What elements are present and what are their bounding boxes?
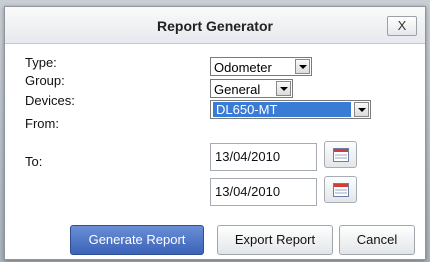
chevron-down-icon[interactable]: [295, 59, 310, 74]
generate-report-button[interactable]: Generate Report: [70, 225, 204, 255]
type-select-value: Odometer: [214, 60, 272, 75]
devices-select-value: DL650-MT: [213, 102, 351, 117]
devices-select[interactable]: DL650-MT: [210, 100, 371, 119]
dialog-title: Report Generator: [157, 18, 273, 34]
export-report-button[interactable]: Export Report: [217, 225, 333, 255]
from-calendar-button[interactable]: [324, 141, 357, 168]
to-date-input[interactable]: 13/04/2010: [210, 178, 317, 206]
cancel-button[interactable]: Cancel: [339, 225, 415, 255]
group-label: Group:: [25, 73, 65, 88]
from-label: From:: [25, 116, 59, 131]
report-generator-dialog: Report Generator X Type: Odometer Group:…: [4, 6, 426, 260]
type-select[interactable]: Odometer: [210, 57, 312, 76]
devices-label: Devices:: [25, 93, 75, 108]
group-select-value: General: [214, 82, 261, 97]
close-button[interactable]: X: [387, 16, 417, 36]
from-date-input[interactable]: 13/04/2010: [210, 143, 317, 171]
type-label: Type:: [25, 55, 57, 70]
calendar-icon: [333, 148, 349, 162]
calendar-icon: [333, 183, 349, 197]
to-label: To:: [25, 154, 43, 169]
to-calendar-button[interactable]: [324, 176, 357, 203]
group-select[interactable]: General: [210, 79, 293, 98]
chevron-down-icon[interactable]: [354, 102, 369, 117]
dialog-titlebar[interactable]: Report Generator X: [5, 7, 425, 44]
chevron-down-icon[interactable]: [276, 81, 291, 96]
